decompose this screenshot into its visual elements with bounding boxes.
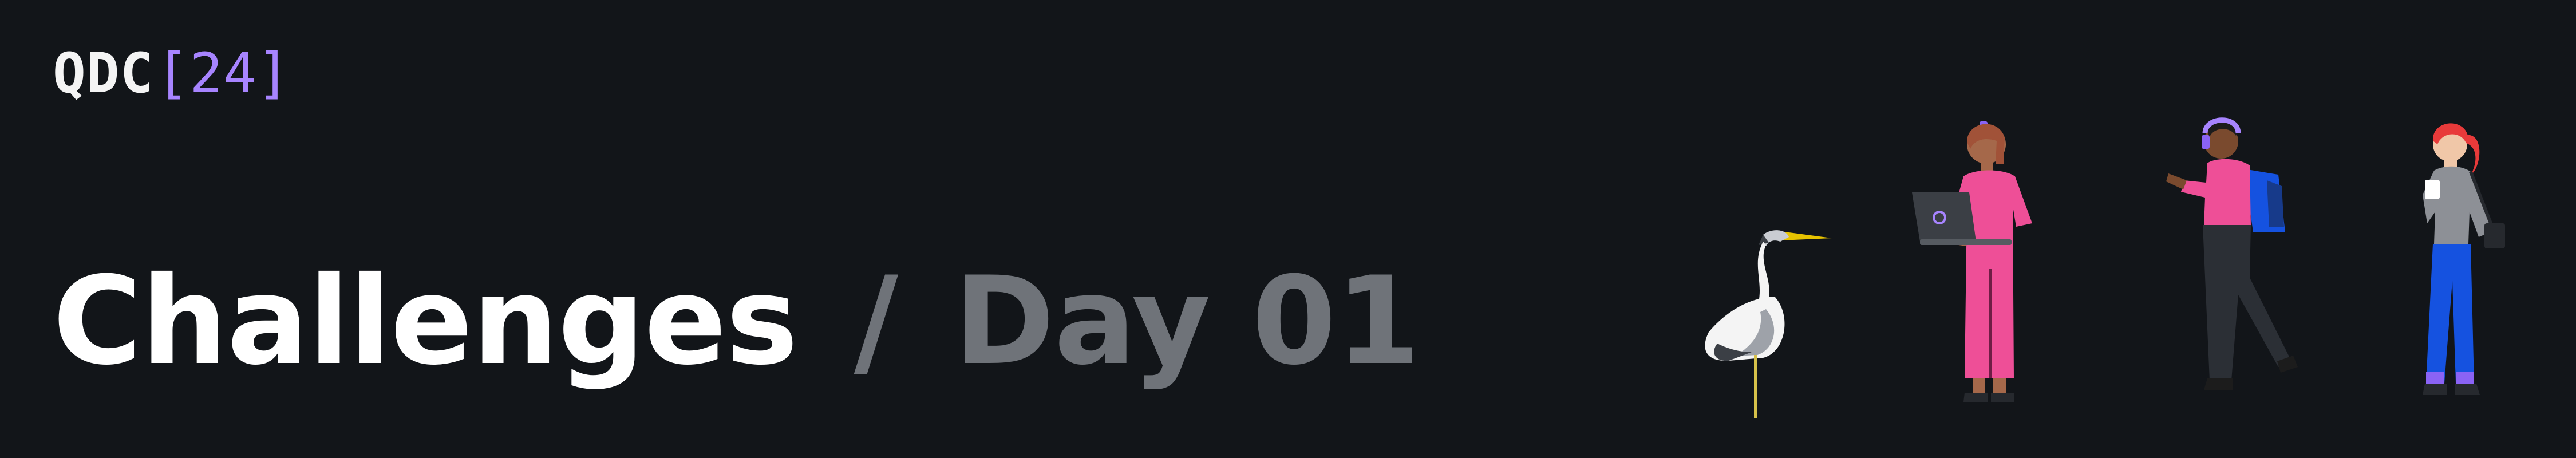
- page-title: Challenges / Day 01: [53, 260, 1420, 382]
- person-with-coffee-icon: [2423, 123, 2505, 395]
- event-logo: QDC [24]: [53, 46, 291, 101]
- person-with-laptop-icon: [1912, 121, 2032, 402]
- title-day: Day 01: [954, 250, 1420, 392]
- heron-icon: [1705, 230, 1832, 418]
- title-challenges: Challenges: [53, 250, 798, 392]
- logo-wordmark: QDC: [53, 41, 154, 105]
- person-with-headphones-icon: [2166, 117, 2298, 390]
- title-separator: /: [854, 250, 898, 392]
- people-illustration: [1694, 92, 2519, 418]
- logo-year: [24]: [156, 41, 291, 105]
